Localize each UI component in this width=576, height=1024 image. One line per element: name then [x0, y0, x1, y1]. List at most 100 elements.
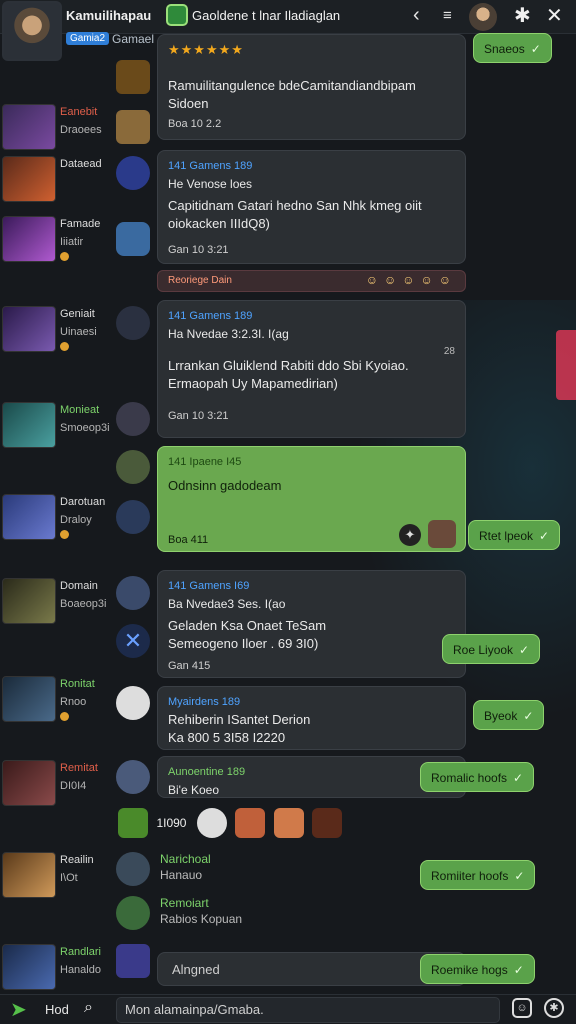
reaction-pill[interactable]: Romiiter hoofs ✓ [420, 860, 536, 890]
reaction-pill[interactable]: Byeok ✓ [473, 700, 545, 730]
sidebar-item-name: Reailin [60, 854, 94, 866]
sidebar-item-sub: I\Ot [60, 872, 78, 884]
reaction-pill[interactable]: Rtet lpeok ✓ [468, 520, 561, 550]
background-accent [556, 330, 576, 400]
avatar-count: 1I090 [156, 816, 187, 831]
star-rating: ★★★★★★ [168, 42, 244, 57]
user-avatar [196, 808, 227, 838]
reaction-pill[interactable]: Romalic hoofs ✓ [420, 762, 535, 792]
user-avatar[interactable] [2, 1, 62, 61]
sidebar-item-name: Famade [60, 218, 101, 230]
sidebar-item[interactable]: Monieat Smoeop3i [0, 402, 112, 462]
user-avatar[interactable] [116, 60, 150, 94]
controller-icon[interactable] [116, 222, 150, 256]
user-avatar[interactable] [116, 110, 150, 144]
user-avatar[interactable] [116, 500, 150, 534]
sidebar-item-sub: Smoeop3i [60, 422, 110, 434]
sticker-icon[interactable]: ☺ [512, 998, 532, 1018]
pill-label: Romalic hoofs [431, 771, 508, 785]
message-meta: Gan 10 3:21 [168, 244, 229, 256]
message-card[interactable]: 141 Gamens 189 Ha Nvedae 3:2.3I. I(ag 28… [157, 300, 466, 438]
sidebar-item-name: Domain [60, 580, 98, 592]
message-line: Bi'e Koeo [168, 783, 219, 797]
user-avatar[interactable] [116, 576, 150, 610]
message-line: Geladen Ksa Onaet TeSam [168, 618, 327, 633]
message-meta: Gan 415 [168, 660, 211, 672]
close-icon[interactable]: ✕ [546, 3, 563, 28]
message-body: Ramuilitangulence bdeCamitandiandbipam S… [168, 78, 416, 111]
reaction-pill[interactable]: Roemike hogs ✓ [420, 954, 535, 984]
user-avatar [2, 676, 56, 722]
sidebar-item[interactable]: Darotuan Draloy [0, 494, 112, 554]
header-game: Gamael [112, 32, 155, 46]
user-avatar[interactable] [116, 852, 150, 886]
sidebar-item-name: Darotuan [60, 496, 106, 508]
user-avatar[interactable] [116, 156, 150, 190]
sidebar-item[interactable]: Domain Boaeop3i [0, 578, 112, 638]
message-card[interactable]: ★★★★★★ Ramuilitangulence bdeCamitandiand… [157, 34, 466, 140]
status-dot [60, 712, 69, 721]
reaction-pill[interactable]: Roe Liyook ✓ [442, 634, 541, 664]
check-icon: ✓ [523, 709, 534, 723]
sidebar-item[interactable]: Famade Iiiatir [0, 216, 112, 276]
send-icon[interactable]: ➤ [10, 997, 27, 1022]
message-author: Narichoal [160, 852, 211, 866]
user-avatar[interactable] [116, 686, 150, 720]
pill-label: Byeok [484, 709, 518, 723]
sidebar-item[interactable]: Ronitat Rnoo [0, 676, 112, 736]
sidebar-item[interactable]: Reailin I\Ot [0, 852, 112, 912]
sidebar-item[interactable]: Eanebit Draoees [0, 104, 112, 164]
message-body: Lrrankan Gluiklend Rabiti ddo Sbi Kyoiao… [168, 358, 409, 391]
avatar-stack[interactable]: 1I090 [118, 808, 346, 838]
sidebar-item-sub: Hanaldo [60, 964, 101, 976]
message-author: Remoiart [160, 896, 209, 910]
cross-swords-icon[interactable]: ✕ [116, 624, 150, 658]
chat-input[interactable]: Mon alamainpa/Gmaba. [116, 997, 500, 1023]
reply-icon[interactable]: ✦ [399, 524, 421, 546]
sidebar-item[interactable]: Remitat DI0I4 [0, 760, 112, 820]
user-avatar[interactable] [428, 520, 456, 548]
user-avatar [2, 852, 56, 898]
sidebar-item[interactable]: Geniait Uinaesi [0, 306, 112, 366]
sidebar-item-sub: Boaeop3i [60, 598, 107, 610]
message-body: Odnsinn gadodeam [168, 478, 282, 493]
check-icon: ✓ [513, 771, 524, 785]
header-badge: Gamia2 [66, 32, 110, 45]
chevron-left-icon[interactable]: ‹ [413, 4, 420, 27]
user-avatar[interactable] [116, 306, 150, 340]
sidebar-item[interactable]: Dataead [0, 156, 112, 216]
check-icon: ✓ [514, 869, 525, 883]
message-sub: He Venose loes [168, 177, 253, 191]
sidebar-item-name: Monieat [60, 404, 100, 416]
menu-icon[interactable]: ≡ [443, 7, 452, 24]
user-avatar [2, 104, 56, 150]
message-card[interactable]: 141 Gamens I69 Ba Nvedae3 Ses. I(ao Gela… [157, 570, 466, 678]
message-header: 141 Gamens 189 [168, 310, 253, 322]
reaction-pill[interactable]: Snaeos ✓ [473, 33, 552, 63]
user-avatar [312, 808, 343, 838]
sidebar-item-name: Eanebit [60, 106, 98, 118]
reaction-bar[interactable]: Reoriege Dain ☺☺☺☺☺ [157, 270, 466, 292]
message-sub: Rabios Kopuan [160, 912, 243, 926]
settings-icon[interactable]: ✱ [544, 998, 564, 1018]
bottom-bar: ➤ Hod ⌕ Mon alamainpa/Gmaba. ☺ ✱ [0, 994, 576, 1024]
sidebar-item-name: Randlari [60, 946, 101, 958]
user-avatar [235, 808, 266, 838]
search-icon[interactable]: ⌕ [84, 999, 93, 1017]
settings-icon[interactable]: ✱ [514, 3, 531, 28]
user-avatar[interactable] [116, 896, 150, 930]
user-avatar [2, 494, 56, 540]
user-avatar[interactable] [116, 760, 150, 794]
reaction-emoji-icons[interactable]: ☺☺☺☺☺ [366, 273, 457, 287]
message-card[interactable]: 141 Gamens 189 He Venose loes Capitidnam… [157, 150, 466, 264]
message-header: 141 Gamens I69 [168, 580, 250, 592]
user-avatar[interactable] [116, 450, 150, 484]
user-avatar[interactable] [116, 402, 150, 436]
message-card[interactable]: Myairdens 189 Rehiberin ISantet Derion K… [157, 686, 466, 750]
message-header: 141 Gamens 189 [168, 160, 253, 172]
user-avatar[interactable] [116, 944, 150, 978]
check-icon: ✓ [513, 963, 524, 977]
header-avatar[interactable] [469, 3, 497, 31]
sidebar-item-sub: Rnoo [60, 696, 87, 708]
user-avatar [2, 216, 56, 262]
